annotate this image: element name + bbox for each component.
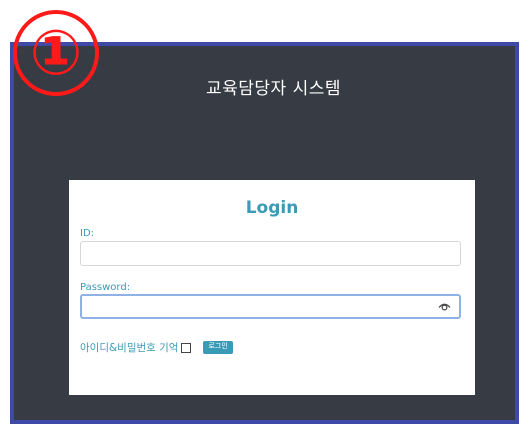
password-input[interactable] (80, 294, 461, 319)
id-input[interactable] (80, 241, 461, 266)
remember-label: 아이디&비밀번호 기억 (80, 342, 179, 354)
eye-icon[interactable] (438, 301, 451, 312)
step-number-badge: ① (13, 10, 99, 96)
login-button[interactable]: 로그인 (203, 341, 233, 354)
app-window: 교육담당자 시스템 Login ID: Password: 아이디&비밀번호 기… (10, 42, 519, 424)
password-label: Password: (80, 282, 131, 293)
remember-checkbox[interactable] (181, 342, 192, 353)
login-card: Login ID: Password: 아이디&비밀번호 기억 로그인 (69, 180, 475, 395)
id-label: ID: (80, 228, 95, 239)
remember-row: 아이디&비밀번호 기억 로그인 (80, 340, 233, 355)
login-title: Login (245, 198, 299, 218)
